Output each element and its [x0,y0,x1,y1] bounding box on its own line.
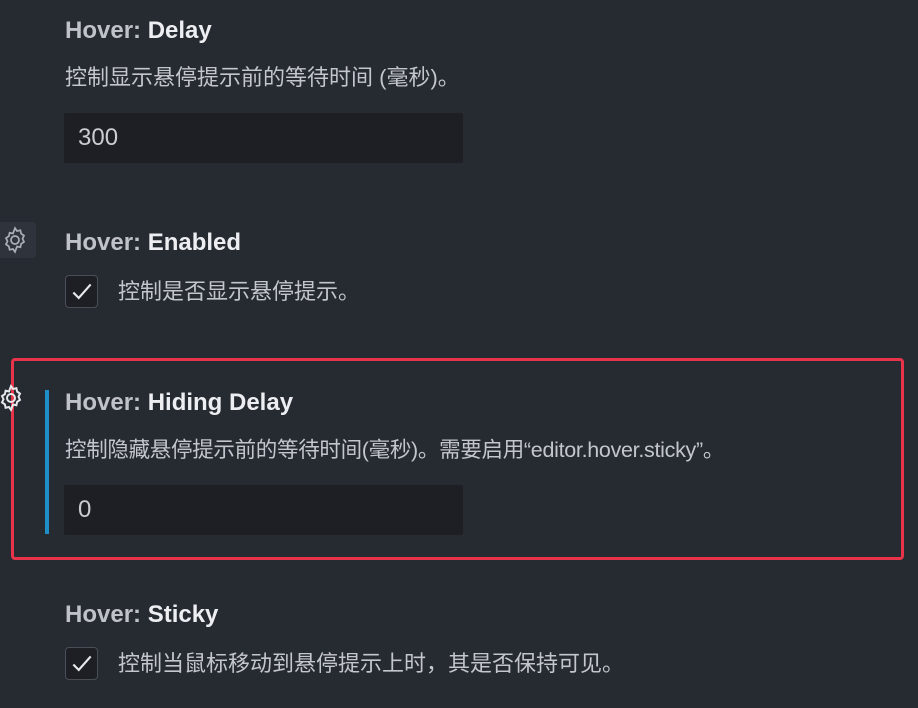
setting-title-enabled: Hover: Enabled [65,228,241,258]
setting-title-sticky: Hover: Sticky [65,600,218,630]
setting-name-label: Delay [147,17,212,44]
check-icon [72,655,92,672]
setting-description-delay: 控制显示悬停提示前的等待时间 (毫秒)。 [65,65,460,90]
setting-category-label: Hover: [65,601,148,628]
delay-input[interactable]: 300 [64,113,463,163]
setting-title-delay: Hover: Delay [65,16,212,46]
setting-name-label: Hiding Delay [147,389,294,416]
modified-indicator [45,390,49,534]
setting-name-label: Enabled [147,229,242,256]
gear-icon [4,226,26,254]
hiding-delay-input[interactable]: 0 [64,485,463,535]
setting-gear-button[interactable] [0,222,36,258]
check-icon [72,283,92,300]
setting-description-enabled: 控制是否显示悬停提示。 [118,279,361,304]
setting-description-hiding-delay: 控制隐藏悬停提示前的等待时间(毫秒)。需要启用“editor.hover.sti… [65,438,725,462]
setting-title-hiding-delay: Hover: Hiding Delay [65,388,293,418]
setting-name-label: Sticky [147,601,219,628]
setting-category-label: Hover: [65,17,148,44]
setting-gear-button[interactable] [0,383,28,415]
setting-category-label: Hover: [65,229,148,256]
sticky-checkbox[interactable] [65,647,98,680]
setting-description-sticky: 控制当鼠标移动到悬停提示上时，其是否保持可见。 [118,651,625,676]
gear-icon [0,383,22,413]
enabled-checkbox[interactable] [65,275,98,308]
setting-category-label: Hover: [65,389,148,416]
